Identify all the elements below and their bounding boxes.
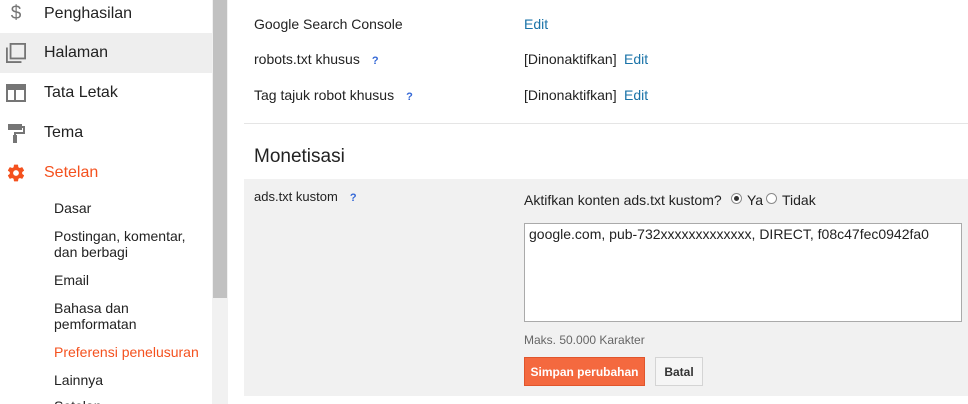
- sidebar-item-label: Penghasilan: [44, 5, 133, 22]
- ads-txt-label: ads.txt kustom: [254, 189, 338, 204]
- sidebar-item-label: Halaman: [44, 44, 109, 61]
- robots-txt-label: robots.txt khusus: [254, 51, 360, 67]
- help-icon[interactable]: ?: [372, 55, 379, 67]
- ads-txt-question: Aktifkan konten ads.txt kustom?: [524, 192, 722, 208]
- sidebar: $ Penghasilan Halaman Tata Letak Tema Se…: [0, 0, 212, 404]
- cancel-button[interactable]: Batal: [655, 357, 703, 386]
- sidebar-subitem-email[interactable]: Email: [54, 272, 210, 288]
- ads-txt-row: ads.txt kustom?: [254, 189, 357, 204]
- sidebar-item-tema[interactable]: Tema: [0, 113, 212, 153]
- save-button[interactable]: Simpan perubahan: [524, 357, 645, 386]
- gear-icon: [6, 163, 26, 183]
- radio-no-label[interactable]: Tidak: [782, 192, 816, 208]
- sidebar-item-label: Tema: [44, 124, 84, 141]
- search-console-edit-link[interactable]: Edit: [524, 16, 548, 32]
- help-icon[interactable]: ?: [350, 192, 357, 204]
- pages-icon: [6, 43, 26, 63]
- sidebar-subitem-partial[interactable]: Setelan: [54, 398, 210, 404]
- robots-txt-edit-link[interactable]: Edit: [624, 51, 648, 67]
- dollar-icon: $: [10, 3, 22, 24]
- radio-no[interactable]: [766, 193, 777, 204]
- sidebar-item-halaman[interactable]: Halaman: [0, 33, 212, 73]
- sidebar-subitem-dasar[interactable]: Dasar: [54, 200, 210, 216]
- robot-header-tags-value: [Dinonaktifkan]: [524, 87, 617, 103]
- sidebar-scrollbar-thumb[interactable]: [213, 0, 227, 298]
- robot-header-tags-row: Tag tajuk robot khusus?: [254, 87, 413, 103]
- robot-header-tags-label: Tag tajuk robot khusus: [254, 87, 395, 103]
- sidebar-subitem-bahasa[interactable]: Bahasa dan pemformatan: [54, 300, 164, 332]
- radio-yes-label[interactable]: Ya: [747, 192, 763, 208]
- sidebar-subitem-lainnya[interactable]: Lainnya: [54, 372, 210, 388]
- paint-roller-icon: [6, 123, 26, 143]
- radio-yes[interactable]: [731, 193, 742, 204]
- search-console-label: Google Search Console: [254, 16, 403, 32]
- max-chars-hint: Maks. 50.000 Karakter: [524, 333, 645, 347]
- sidebar-item-label: Tata Letak: [44, 84, 118, 101]
- sidebar-item-penghasilan[interactable]: $ Penghasilan: [0, 0, 212, 34]
- sidebar-item-label: Setelan: [44, 164, 99, 181]
- robots-txt-row: robots.txt khusus?: [254, 51, 379, 67]
- content-gutter: [228, 0, 244, 404]
- settings-main: Google Search Console Edit robots.txt kh…: [244, 0, 968, 404]
- sidebar-item-tata-letak[interactable]: Tata Letak: [0, 73, 212, 113]
- section-divider: [244, 123, 968, 124]
- robot-header-tags-edit-link[interactable]: Edit: [624, 87, 648, 103]
- sidebar-item-setelan[interactable]: Setelan: [0, 153, 212, 193]
- ads-txt-panel: ads.txt kustom? Aktifkan konten ads.txt …: [244, 179, 968, 396]
- sidebar-subitem-preferensi-penelusuran[interactable]: Preferensi penelusuran: [54, 344, 210, 360]
- ads-txt-textarea[interactable]: google.com, pub-732xxxxxxxxxxxxx, DIRECT…: [524, 223, 962, 322]
- section-title: Monetisasi: [254, 146, 345, 167]
- layout-icon: [6, 83, 26, 103]
- sidebar-subitem-postingan[interactable]: Postingan, komentar, dan berbagi: [54, 228, 194, 260]
- robots-txt-value: [Dinonaktifkan]: [524, 51, 617, 67]
- help-icon[interactable]: ?: [406, 91, 413, 103]
